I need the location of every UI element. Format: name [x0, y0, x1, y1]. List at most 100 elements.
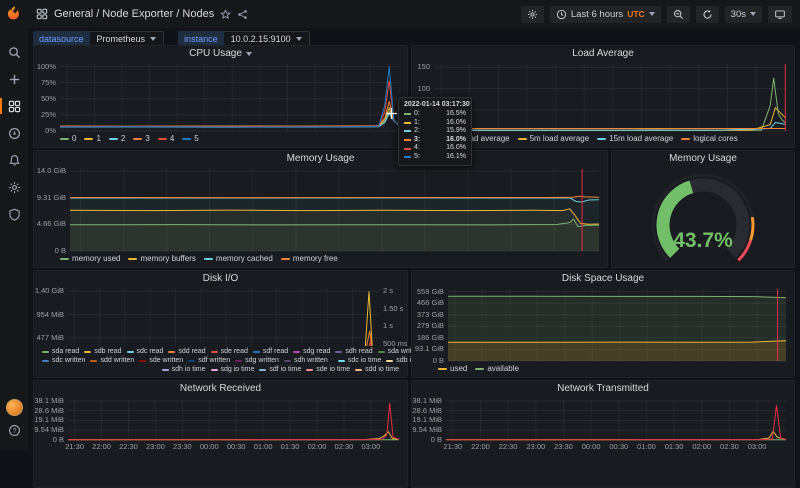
star-icon[interactable]	[220, 8, 231, 20]
tooltip-timestamp: 2022-01-14 03:17:30	[404, 101, 470, 108]
legend-series-color	[386, 359, 394, 362]
legend-item[interactable]: sdf written	[188, 356, 230, 365]
network-received-chart[interactable]: 0 B 9.54 MiB 19.1 MiB 28.6 MiB 38.1 MiB 21:30…	[34, 396, 407, 452]
breadcrumb[interactable]: General / Node Exporter / Nodes	[36, 8, 248, 20]
tooltip-series-row: 2: 15.9%	[404, 127, 466, 136]
legend-item[interactable]: sdg written	[235, 356, 279, 365]
refresh-interval-picker[interactable]: 30s	[724, 5, 762, 23]
disk-space-usage-chart[interactable]: 0 B 93.1 GiB 186 GiB 279 GiB 373 GiB 466 GiB 5…	[412, 286, 794, 363]
legend-item[interactable]: 1	[84, 134, 101, 144]
memory-usage-gauge: 43.7%	[612, 166, 794, 267]
legend-item[interactable]: sde written	[139, 356, 183, 365]
dashboard-settings-button[interactable]	[520, 5, 544, 23]
tooltip-series-row: 5: 16.1%	[404, 153, 466, 162]
legend-series-color	[306, 368, 314, 371]
legend-series-color	[681, 138, 691, 140]
legend-series-label: sdb read	[94, 348, 122, 355]
legend-item[interactable]: sdc read	[126, 347, 164, 356]
legend-item[interactable]: sdf io time	[259, 365, 301, 374]
disk-io-legend: sda read sdb read sdc read sdd read sde read…	[34, 346, 479, 377]
legend-series-label: available	[487, 364, 519, 373]
legend-item[interactable]: logical cores	[681, 134, 738, 144]
share-icon[interactable]	[237, 9, 248, 20]
network-transmitted-chart[interactable]: 0 B 9.54 MiB 19.1 MiB 28.6 MiB 38.1 MiB 21:30…	[412, 396, 794, 452]
legend-series-color	[280, 258, 290, 260]
legend-series-color	[84, 350, 92, 353]
panel-title[interactable]: Load Average	[412, 46, 794, 61]
legend-series-color	[139, 359, 147, 362]
legend-series-label: sdf io time	[269, 366, 302, 373]
sidebar-item-dashboards[interactable]	[0, 96, 28, 116]
sidebar-item-search[interactable]	[0, 42, 28, 62]
panel-title[interactable]: Memory Usage	[612, 151, 794, 166]
disk-io-chart[interactable]: 0 B477 MiB954 MiB1.40 GiB21:3022:0022:30…	[34, 286, 407, 346]
sidebar-item-alerting[interactable]	[0, 150, 28, 170]
legend-item[interactable]: available	[475, 364, 519, 374]
legend-series-color	[84, 138, 94, 140]
panel-title[interactable]: Memory Usage	[34, 151, 607, 166]
chevron-down-icon	[648, 12, 655, 16]
panel-title[interactable]: Network Transmitted	[412, 381, 794, 396]
legend-item[interactable]: sdb read	[84, 347, 122, 356]
cpu-usage-chart[interactable]: 0%25%50%75%100%21:3022:0022:3023:0023:30…	[34, 61, 407, 133]
legend-item[interactable]: used	[438, 364, 467, 374]
panel-network-received: Network Received 0 B 9.54 MiB 19.1 MiB 28.6…	[33, 380, 408, 488]
legend-item[interactable]: sdg io time	[210, 365, 254, 374]
legend-item[interactable]: 15m load average	[597, 134, 673, 144]
legend-item[interactable]: sdh io time	[161, 365, 206, 374]
sidebar-item-server-admin[interactable]	[0, 204, 28, 224]
sidebar-item-explore[interactable]	[0, 123, 28, 143]
legend-item[interactable]: sdh read	[335, 347, 373, 356]
help-icon: ?	[8, 425, 20, 436]
legend-series-label: sdg read	[303, 348, 331, 355]
grafana-logo[interactable]	[0, 0, 28, 28]
legend-item[interactable]: memory cached	[203, 254, 273, 264]
sidebar-item-create[interactable]	[0, 69, 28, 89]
legend-item[interactable]: 4	[157, 134, 174, 144]
legend-item[interactable]: sdc io time	[337, 356, 381, 365]
legend-item[interactable]: sdg read	[293, 347, 330, 356]
legend-item[interactable]: 2	[108, 134, 126, 144]
legend-item[interactable]: sdh written	[283, 356, 328, 365]
panel-memory-usage-graph: Memory Usage 0 B 4.66 GiB 9.31 GiB 14.0 GiB…	[33, 150, 608, 268]
legend-item[interactable]: 0	[60, 134, 76, 144]
legend-item[interactable]: sdd read	[168, 347, 206, 356]
zoom-out-time-button[interactable]	[666, 5, 690, 23]
legend-item[interactable]: sdd io time	[355, 365, 399, 374]
legend-series-label: 0	[72, 134, 77, 143]
legend-item[interactable]: 5m load average	[517, 134, 589, 144]
legend-item[interactable]: sde read	[210, 347, 248, 356]
sidebar-item-help[interactable]: ?	[8, 424, 21, 442]
tooltip-series-row: 4: 16.0%	[404, 144, 466, 153]
shield-icon	[8, 208, 20, 221]
alerting-bell-icon	[8, 154, 20, 166]
legend-item[interactable]: sda read	[42, 347, 79, 356]
legend-series-label: 2	[120, 134, 126, 143]
dashboards-grid-icon	[8, 100, 20, 112]
panel-title[interactable]: Network Received	[34, 381, 407, 396]
cycle-view-button[interactable]	[768, 5, 792, 23]
legend-item[interactable]: sde io time	[306, 365, 350, 374]
legend-item[interactable]: sdc written	[42, 356, 85, 365]
legend-item[interactable]: 5	[182, 134, 199, 144]
memory-usage-chart[interactable]: 0 B4.66 GiB9.31 GiB14.0 GiB21:3022:0022:…	[34, 166, 607, 253]
legend-series-color	[60, 258, 69, 260]
tooltip-series-row: 0: 16.5%	[404, 110, 466, 119]
legend-series-label: sdc read	[136, 348, 164, 355]
legend-item[interactable]: memory used	[60, 254, 120, 264]
user-avatar[interactable]	[5, 399, 23, 416]
legend-item[interactable]: sdd written	[90, 356, 134, 365]
graph-tooltip: 2022-01-14 03:17:30 0: 16.5% 1: 16.0% 2: 15.9…	[398, 97, 472, 166]
refresh-button[interactable]	[695, 5, 719, 23]
panel-title[interactable]: CPU Usage	[34, 46, 407, 61]
legend-item[interactable]: memory buffers	[128, 254, 196, 264]
time-range-picker[interactable]: Last 6 hours UTC	[549, 5, 661, 23]
legend-item[interactable]: sdf read	[252, 347, 288, 356]
sidebar-item-configuration[interactable]	[0, 177, 28, 197]
legend-series-color	[235, 359, 243, 362]
legend-item[interactable]: memory free	[280, 254, 338, 264]
legend-series-color	[161, 368, 169, 371]
panel-title[interactable]: Disk Space Usage	[412, 271, 794, 286]
panel-title[interactable]: Disk I/O	[34, 271, 407, 286]
legend-item[interactable]: 3	[133, 134, 150, 144]
